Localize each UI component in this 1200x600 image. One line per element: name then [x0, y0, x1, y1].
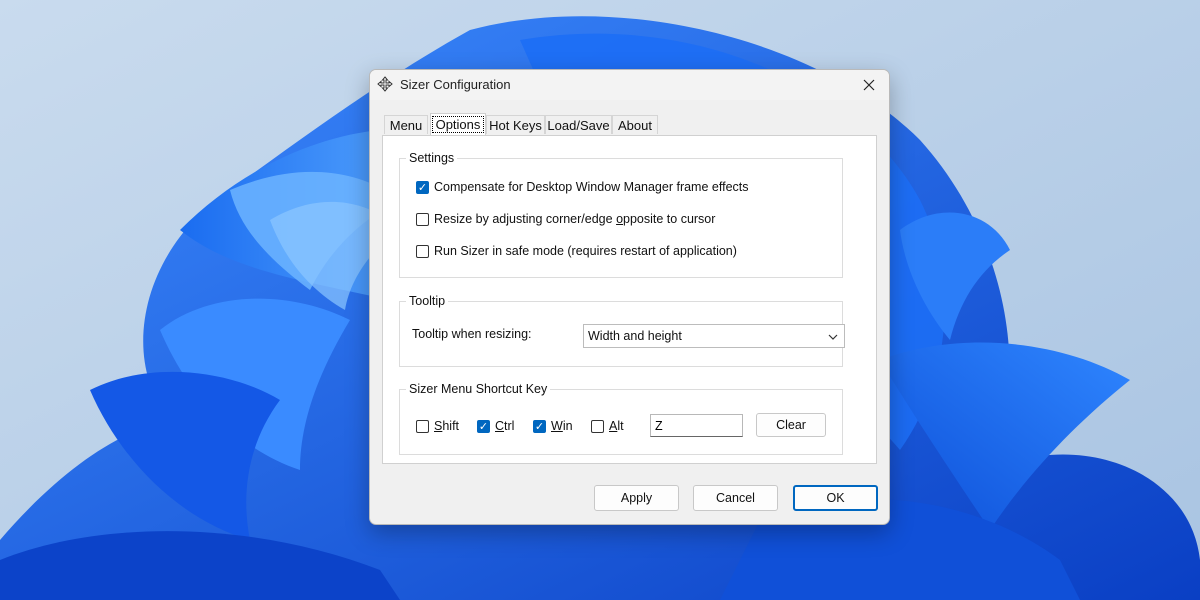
tooltip-label: Tooltip when resizing: — [412, 327, 532, 341]
ctrl-checkbox[interactable]: Ctrl — [477, 419, 514, 433]
tooltip-select[interactable]: Width and height — [583, 324, 845, 348]
options-panel: Settings Compensate for Desktop Window M… — [382, 135, 877, 464]
tab-load-save[interactable]: Load/Save — [545, 115, 612, 134]
window-title: Sizer Configuration — [400, 77, 511, 92]
tab-label: Load/Save — [547, 117, 610, 133]
checkbox-label: Ctrl — [495, 419, 515, 433]
shortcut-key-value: Z — [655, 418, 663, 433]
tab-label: Menu — [389, 117, 423, 133]
tooltip-group: Tooltip Tooltip when resizing: Width and… — [399, 294, 845, 367]
chevron-down-icon — [828, 334, 838, 340]
checkbox-label: Alt — [609, 419, 624, 433]
sizer-configuration-dialog: Sizer Configuration Menu Options Hot Key… — [369, 69, 890, 525]
tab-hot-keys[interactable]: Hot Keys — [486, 115, 545, 134]
ok-button-label: OK — [826, 491, 845, 505]
checkbox-label: Run Sizer in safe mode (requires restart… — [434, 244, 737, 258]
clear-button[interactable]: Clear — [756, 413, 826, 437]
cancel-button[interactable]: Cancel — [693, 485, 778, 511]
ok-button[interactable]: OK — [793, 485, 878, 511]
tab-menu[interactable]: Menu — [384, 115, 428, 134]
checkbox-box[interactable] — [591, 419, 604, 433]
shift-checkbox[interactable]: Shift — [416, 419, 459, 433]
compensate-dwm-checkbox[interactable]: Compensate for Desktop Window Manager fr… — [416, 180, 749, 194]
shortcut-group: Sizer Menu Shortcut Key Shift Ctrl Win A… — [399, 382, 843, 455]
safe-mode-checkbox[interactable]: Run Sizer in safe mode (requires restart… — [416, 244, 737, 258]
tooltip-select-value: Width and height — [588, 329, 682, 343]
title-bar[interactable]: Sizer Configuration — [370, 70, 889, 100]
checkbox-box[interactable] — [477, 419, 490, 433]
tab-label: Options — [431, 116, 485, 133]
alt-checkbox[interactable]: Alt — [591, 419, 624, 433]
settings-group-title: Settings — [406, 151, 458, 165]
close-icon — [863, 79, 875, 91]
resize-opposite-checkbox[interactable]: Resize by adjusting corner/edge opposite… — [416, 212, 715, 226]
checkbox-box[interactable] — [533, 419, 546, 433]
win-checkbox[interactable]: Win — [533, 419, 573, 433]
tab-about[interactable]: About — [612, 115, 658, 134]
shortcut-key-input[interactable]: Z — [650, 414, 743, 437]
cancel-button-label: Cancel — [716, 491, 755, 505]
checkbox-box[interactable] — [416, 180, 429, 194]
tab-label: About — [618, 117, 652, 133]
checkbox-box[interactable] — [416, 419, 429, 433]
checkbox-label: Compensate for Desktop Window Manager fr… — [434, 180, 749, 194]
apply-button[interactable]: Apply — [594, 485, 679, 511]
apply-button-label: Apply — [620, 491, 653, 505]
checkbox-label: Win — [551, 419, 573, 433]
checkbox-box[interactable] — [416, 212, 429, 226]
settings-group: Settings Compensate for Desktop Window M… — [399, 151, 843, 278]
clear-button-label: Clear — [776, 418, 806, 432]
checkbox-label: Resize by adjusting corner/edge opposite… — [434, 212, 716, 226]
tab-label: Hot Keys — [489, 117, 542, 133]
checkbox-box[interactable] — [416, 244, 429, 258]
close-button[interactable] — [849, 70, 889, 100]
tooltip-group-title: Tooltip — [406, 294, 449, 308]
tab-options[interactable]: Options — [430, 113, 486, 135]
checkbox-label: Shift — [434, 419, 460, 433]
shortcut-group-title: Sizer Menu Shortcut Key — [406, 382, 551, 396]
sizer-move-icon — [377, 76, 393, 92]
